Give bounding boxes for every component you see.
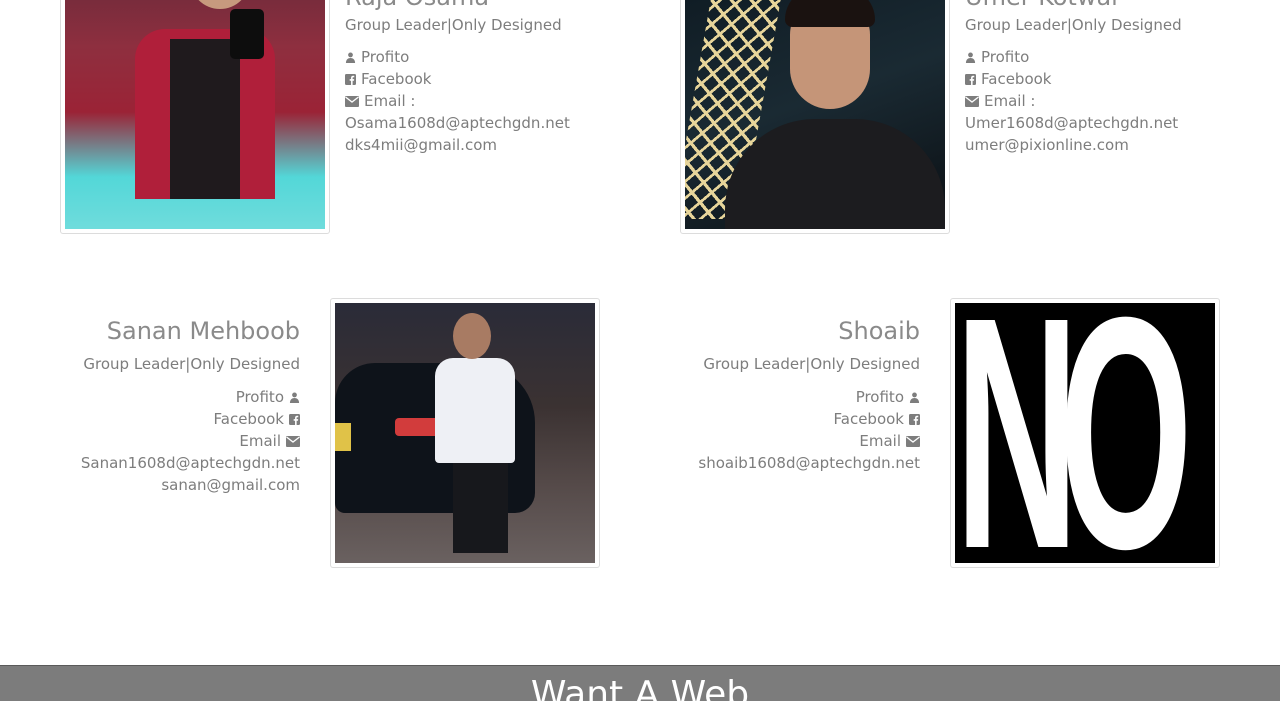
- facebook-icon: [289, 414, 300, 425]
- member-name: Shoaib: [838, 317, 920, 345]
- envelope-icon: [906, 436, 920, 447]
- email-label[interactable]: Email: [239, 431, 300, 451]
- facebook-icon: [909, 414, 920, 425]
- email-label[interactable]: Email: [859, 431, 920, 451]
- email-address[interactable]: Sanan1608d@aptechgdn.net: [81, 453, 300, 473]
- member-card-sanan-mehboob: Sanan Mehboob Group Leader|Only Designed…: [0, 0, 640, 600]
- profile-link[interactable]: Profito: [856, 387, 920, 407]
- envelope-icon: [286, 436, 300, 447]
- member-card-shoaib: Shoaib Group Leader|Only Designed Profit…: [620, 0, 1260, 600]
- email-address[interactable]: shoaib1608d@aptechgdn.net: [698, 453, 920, 473]
- user-icon: [909, 392, 920, 403]
- profile-link[interactable]: Profito: [236, 387, 300, 407]
- member-role: Group Leader|Only Designed: [83, 355, 300, 373]
- photo-text: NO: [955, 303, 1193, 563]
- member-photo: [330, 298, 600, 568]
- facebook-link[interactable]: Facebook: [214, 409, 300, 429]
- member-name: Sanan Mehboob: [106, 317, 300, 345]
- member-photo: NO: [950, 298, 1220, 568]
- facebook-link[interactable]: Facebook: [834, 409, 920, 429]
- email-address[interactable]: sanan@gmail.com: [161, 475, 300, 495]
- member-role: Group Leader|Only Designed: [703, 355, 920, 373]
- footer-banner: Want A Web: [0, 665, 1280, 701]
- user-icon: [289, 392, 300, 403]
- footer-title: Want A Web: [530, 674, 750, 701]
